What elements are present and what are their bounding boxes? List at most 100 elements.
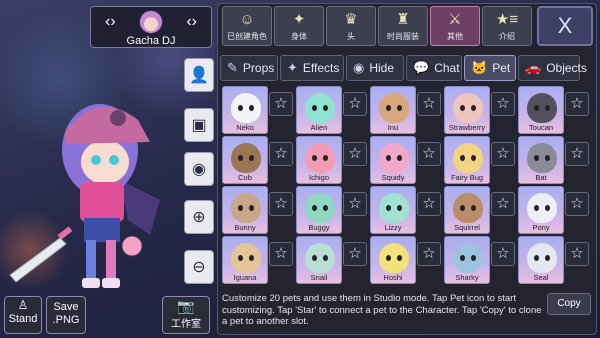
pet-portrait[interactable]: Fairy Bug xyxy=(444,136,490,184)
pet-portrait[interactable]: Inu xyxy=(370,86,416,134)
pet-icon xyxy=(527,93,557,123)
pet-icon xyxy=(231,193,261,223)
star-button[interactable]: ☆ xyxy=(417,242,441,266)
add-character-button[interactable]: 👤 xyxy=(184,58,214,92)
tab-hide[interactable]: ◉ Hide xyxy=(346,55,404,81)
pet-portrait[interactable]: Snail xyxy=(296,236,342,284)
star-button[interactable]: ☆ xyxy=(343,92,367,116)
save-label: Save xyxy=(53,301,79,313)
character-selector: ‹› ‹› Gacha DJ xyxy=(90,6,212,48)
star-button[interactable]: ☆ xyxy=(269,192,293,216)
category-shirt[interactable]: ♜ 时尚服装 xyxy=(378,6,428,46)
pet-portrait[interactable]: Pony xyxy=(518,186,564,234)
star-button[interactable]: ☆ xyxy=(417,192,441,216)
star-button[interactable]: ☆ xyxy=(491,242,515,266)
category-person[interactable]: ☺ 已创建角色 xyxy=(222,6,272,46)
image-icon: ▣ xyxy=(191,117,207,134)
pet-slot: Buggy ☆ xyxy=(296,186,368,234)
pet-portrait[interactable]: Bat xyxy=(518,136,564,184)
pet-icon xyxy=(379,93,409,123)
next-character-icon[interactable]: ‹› xyxy=(186,13,197,31)
zoom-in-button[interactable]: ⊕ xyxy=(184,200,214,234)
pet-portrait[interactable]: Buggy xyxy=(296,186,342,234)
star-button[interactable]: ☆ xyxy=(491,92,515,116)
studio-button[interactable]: 📷 工作室 xyxy=(162,296,210,334)
star-button[interactable]: ☆ xyxy=(343,192,367,216)
category-star-list[interactable]: ★≡ 介绍 xyxy=(482,6,532,46)
category-jacket[interactable]: ✦ 身体 xyxy=(274,6,324,46)
pet-portrait[interactable]: Ichigo xyxy=(296,136,342,184)
star-button[interactable]: ☆ xyxy=(269,92,293,116)
tab-objects[interactable]: 🚗 Objects xyxy=(518,55,587,81)
pet-portrait[interactable]: Iguana xyxy=(222,236,268,284)
star-button[interactable]: ☆ xyxy=(491,142,515,166)
pet-portrait[interactable]: Seal xyxy=(518,236,564,284)
pet-portrait[interactable]: Squidy xyxy=(370,136,416,184)
star-button[interactable]: ☆ xyxy=(417,92,441,116)
tab-effects[interactable]: ✦ Effects xyxy=(280,55,344,81)
pet-icon xyxy=(379,143,409,173)
tab-pet[interactable]: 🐱 Pet xyxy=(464,55,516,81)
star-button[interactable]: ☆ xyxy=(343,142,367,166)
previous-character-icon[interactable]: ‹› xyxy=(105,13,116,31)
pet-icon xyxy=(379,193,409,223)
star-button[interactable]: ☆ xyxy=(491,192,515,216)
pet-portrait[interactable]: Strawberry xyxy=(444,86,490,134)
background-button[interactable]: ▣ xyxy=(184,108,214,142)
star-button[interactable]: ☆ xyxy=(565,242,589,266)
stand-label: Stand xyxy=(8,313,38,325)
pet-slot: Strawberry ☆ xyxy=(444,86,516,134)
pet-portrait[interactable]: Hoshi xyxy=(370,236,416,284)
pet-portrait[interactable]: Alien xyxy=(296,86,342,134)
pet-icon xyxy=(231,143,261,173)
pet-portrait[interactable]: Sharky xyxy=(444,236,490,284)
pet-slot: Bunny ☆ xyxy=(222,186,294,234)
tab-chat[interactable]: 💬 Chat xyxy=(406,55,462,81)
star-button[interactable]: ☆ xyxy=(565,192,589,216)
pet-portrait[interactable]: Squirrel xyxy=(444,186,490,234)
pet-slot: Seal ☆ xyxy=(518,236,590,284)
pet-portrait[interactable]: Cub xyxy=(222,136,268,184)
pet-name: Hoshi xyxy=(383,273,403,282)
pet-slot: Neko ☆ xyxy=(222,86,294,134)
stand-button[interactable]: ♙ Stand xyxy=(4,296,42,334)
hide-icon: ◉ xyxy=(353,60,365,75)
jacket-icon: ✦ xyxy=(292,11,306,28)
zoom-out-button[interactable]: ⊖ xyxy=(184,250,214,284)
pet-portrait[interactable]: Toucan xyxy=(518,86,564,134)
pet-slot: Ichigo ☆ xyxy=(296,136,368,184)
copy-button[interactable]: Copy xyxy=(547,293,591,315)
star-button[interactable]: ☆ xyxy=(343,242,367,266)
star-button[interactable]: ☆ xyxy=(565,92,589,116)
star-button[interactable]: ☆ xyxy=(269,242,293,266)
pet-icon xyxy=(453,143,483,173)
pet-name: Bat xyxy=(535,173,547,182)
pet-slot: Inu ☆ xyxy=(370,86,442,134)
tab-props[interactable]: ✎ Props xyxy=(220,55,278,81)
category-hair[interactable]: ♛ 头 xyxy=(326,6,376,46)
tool-tabs: ✎ Props ✦ Effects ◉ Hide 💬 Chat 🐱 Pet 🚗 Objects xyxy=(220,55,587,81)
zoom-out-icon: ⊖ xyxy=(192,259,206,276)
pet-portrait[interactable]: Bunny xyxy=(222,186,268,234)
pet-name: Cub xyxy=(238,173,252,182)
effects-icon: ✦ xyxy=(287,60,298,75)
tab-label: Effects xyxy=(302,61,340,75)
category-sword-cat[interactable]: ⚔ 其他 xyxy=(430,6,480,46)
close-button[interactable]: X xyxy=(537,6,593,46)
pet-icon xyxy=(453,243,483,273)
pet-name: Lizzy xyxy=(384,223,402,232)
pet-portrait[interactable]: Lizzy xyxy=(370,186,416,234)
pet-portrait[interactable]: Neko xyxy=(222,86,268,134)
tab-label: Pet xyxy=(492,61,511,75)
eye-icon: ◉ xyxy=(192,161,206,178)
star-button[interactable]: ☆ xyxy=(417,142,441,166)
pet-slot: Toucan ☆ xyxy=(518,86,590,134)
help-text: Customize 20 pets and use them in Studio… xyxy=(222,293,542,327)
star-button[interactable]: ☆ xyxy=(269,142,293,166)
hair-icon: ♛ xyxy=(344,11,358,28)
category-label: 其他 xyxy=(447,32,463,41)
save-png-button[interactable]: Save .PNG xyxy=(46,296,86,334)
toggle-visibility-button[interactable]: ◉ xyxy=(184,152,214,186)
star-button[interactable]: ☆ xyxy=(565,142,589,166)
pet-slot: Cub ☆ xyxy=(222,136,294,184)
